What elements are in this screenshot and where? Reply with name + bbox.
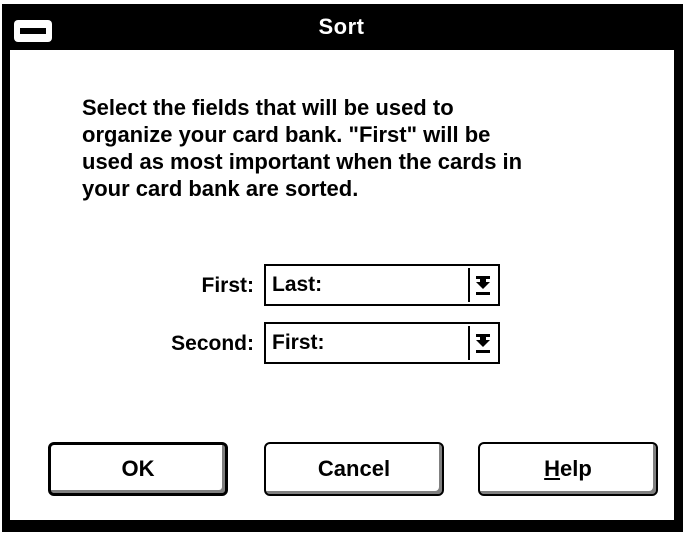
help-label-rest: elp — [560, 456, 592, 481]
help-mnemonic: H — [544, 456, 561, 481]
dialog-body: Select the fields that will be used to o… — [10, 50, 674, 520]
instruction-text: Select the fields that will be used to o… — [82, 95, 523, 201]
cancel-button[interactable]: Cancel — [264, 442, 444, 496]
help-button[interactable]: Help — [478, 442, 658, 496]
first-field-label: First: — [201, 274, 255, 297]
second-field-label: Second: — [171, 332, 254, 355]
first-sort-dropdown[interactable]: Last: — [264, 264, 500, 306]
second-sort-dropdown[interactable]: First: — [264, 322, 500, 364]
ok-button[interactable]: OK — [48, 442, 228, 496]
first-sort-value: Last: — [272, 273, 323, 296]
down-arrow-icon — [476, 276, 490, 295]
dialog-title: Sort — [318, 14, 365, 39]
title-bar[interactable]: Sort — [6, 8, 677, 48]
sort-dialog: Sort Select the fields that will be used… — [2, 4, 683, 532]
down-arrow-icon — [476, 334, 490, 353]
first-dropdown-button[interactable] — [468, 268, 496, 302]
second-sort-value: First: — [272, 331, 325, 354]
second-dropdown-button[interactable] — [468, 326, 496, 360]
